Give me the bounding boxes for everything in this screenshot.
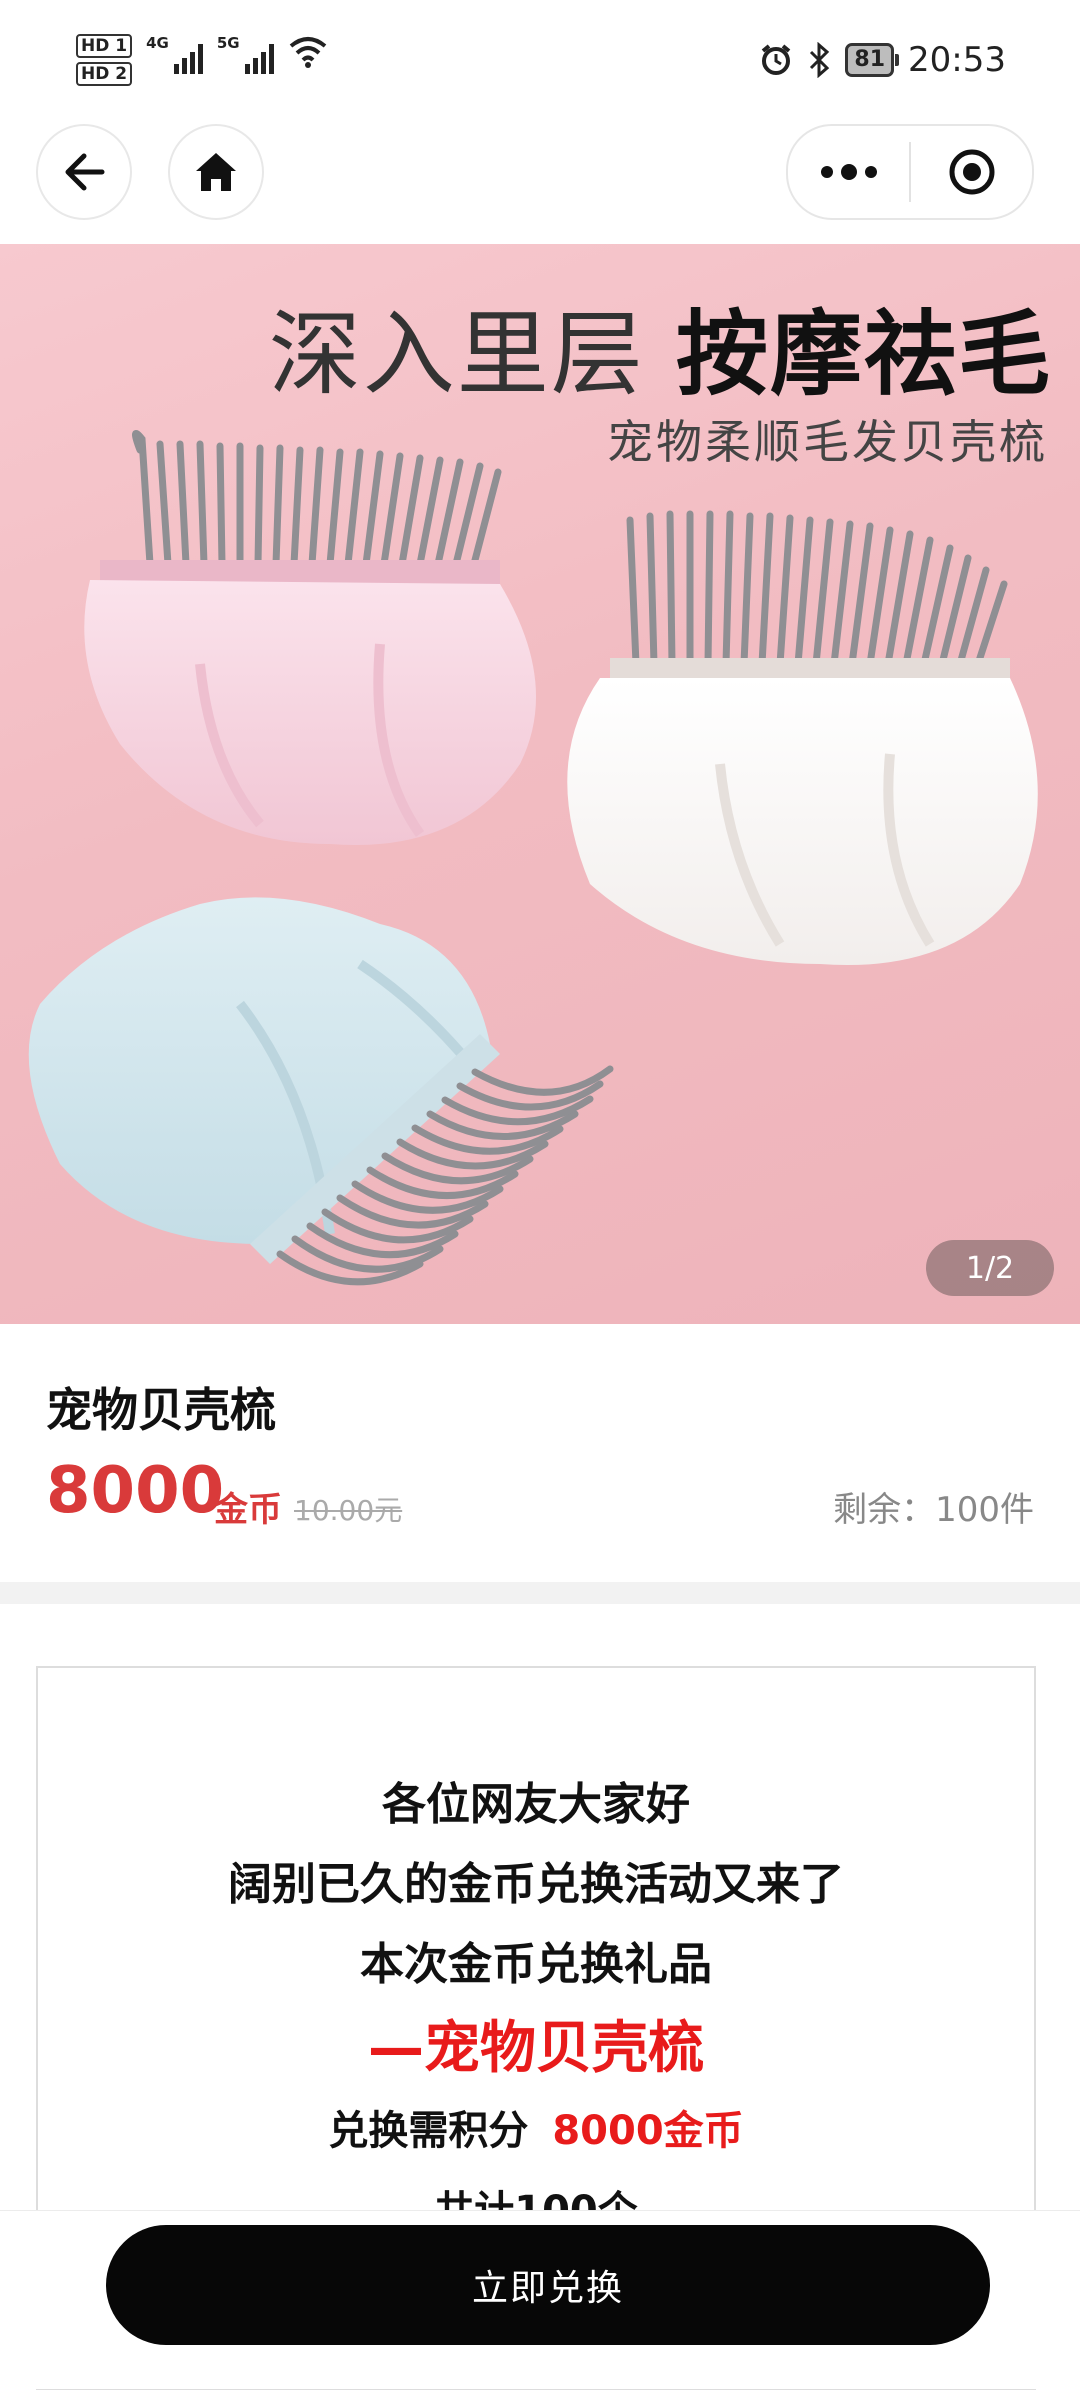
product-image-carousel[interactable]: 深入里层 按摩祛毛 宠物柔顺毛发贝壳梳 1/2 [0, 244, 1080, 1324]
alarm-icon [762, 44, 791, 75]
comb-product-illustration [28, 430, 1038, 1286]
status-bar: HD 1 HD 2 4G 5G 81 20:53 [0, 0, 1080, 120]
home-button[interactable] [168, 124, 264, 220]
clock: 20:53 [908, 40, 1006, 80]
hd1-badge: HD 1 [76, 34, 133, 58]
back-button[interactable] [36, 124, 132, 220]
wifi-icon [289, 37, 326, 68]
product-price: 8000 [46, 1454, 225, 1528]
desc-points-required: 兑换需积分 8000金币 [38, 2098, 1034, 2156]
desc-greeting: 各位网友大家好 [382, 1779, 690, 1830]
battery-indicator: 81 [845, 43, 899, 77]
section-divider [0, 1582, 1080, 1604]
desc-gift-heading: 本次金币兑换礼品 [360, 1939, 712, 1990]
product-title: 宠物贝壳梳 [46, 1383, 276, 1437]
back-icon [65, 153, 105, 191]
desc-gift-name: —宠物贝壳梳 [368, 2016, 704, 2081]
more-icon [820, 164, 877, 180]
product-info: 宠物贝壳梳 8000 金币 10.00元 剩余：100件 [0, 1324, 1080, 1582]
status-left: HD 1 HD 2 4G 5G [76, 34, 328, 86]
original-price: 10.00元 [294, 1494, 403, 1527]
points-value: 8000金币 [552, 2108, 744, 2154]
close-miniprogram-button[interactable] [911, 126, 1032, 218]
signal-4g-icon: 4G [146, 34, 203, 74]
redeem-now-button[interactable]: 立即兑换 [106, 2225, 990, 2345]
signal-5g-icon: 5G [217, 34, 274, 74]
desc-intro: 阔别已久的金币兑换活动又来了 [228, 1859, 844, 1910]
bottom-action-bar: 立即兑换 [0, 2210, 1080, 2389]
bluetooth-icon [810, 42, 830, 78]
home-icon [196, 153, 236, 191]
stock-remaining: 剩余：100件 [833, 1490, 1034, 1530]
more-button[interactable] [788, 126, 909, 218]
carousel-pager: 1/2 [926, 1240, 1054, 1296]
points-label: 兑换需积分 [328, 2108, 529, 2154]
status-right: 81 20:53 [759, 40, 1006, 80]
hd2-badge: HD 2 [76, 62, 133, 86]
hd-indicators: HD 1 HD 2 [76, 34, 133, 86]
target-icon [949, 149, 994, 195]
mini-program-capsule [786, 124, 1034, 220]
price-unit: 金币 [214, 1490, 282, 1530]
